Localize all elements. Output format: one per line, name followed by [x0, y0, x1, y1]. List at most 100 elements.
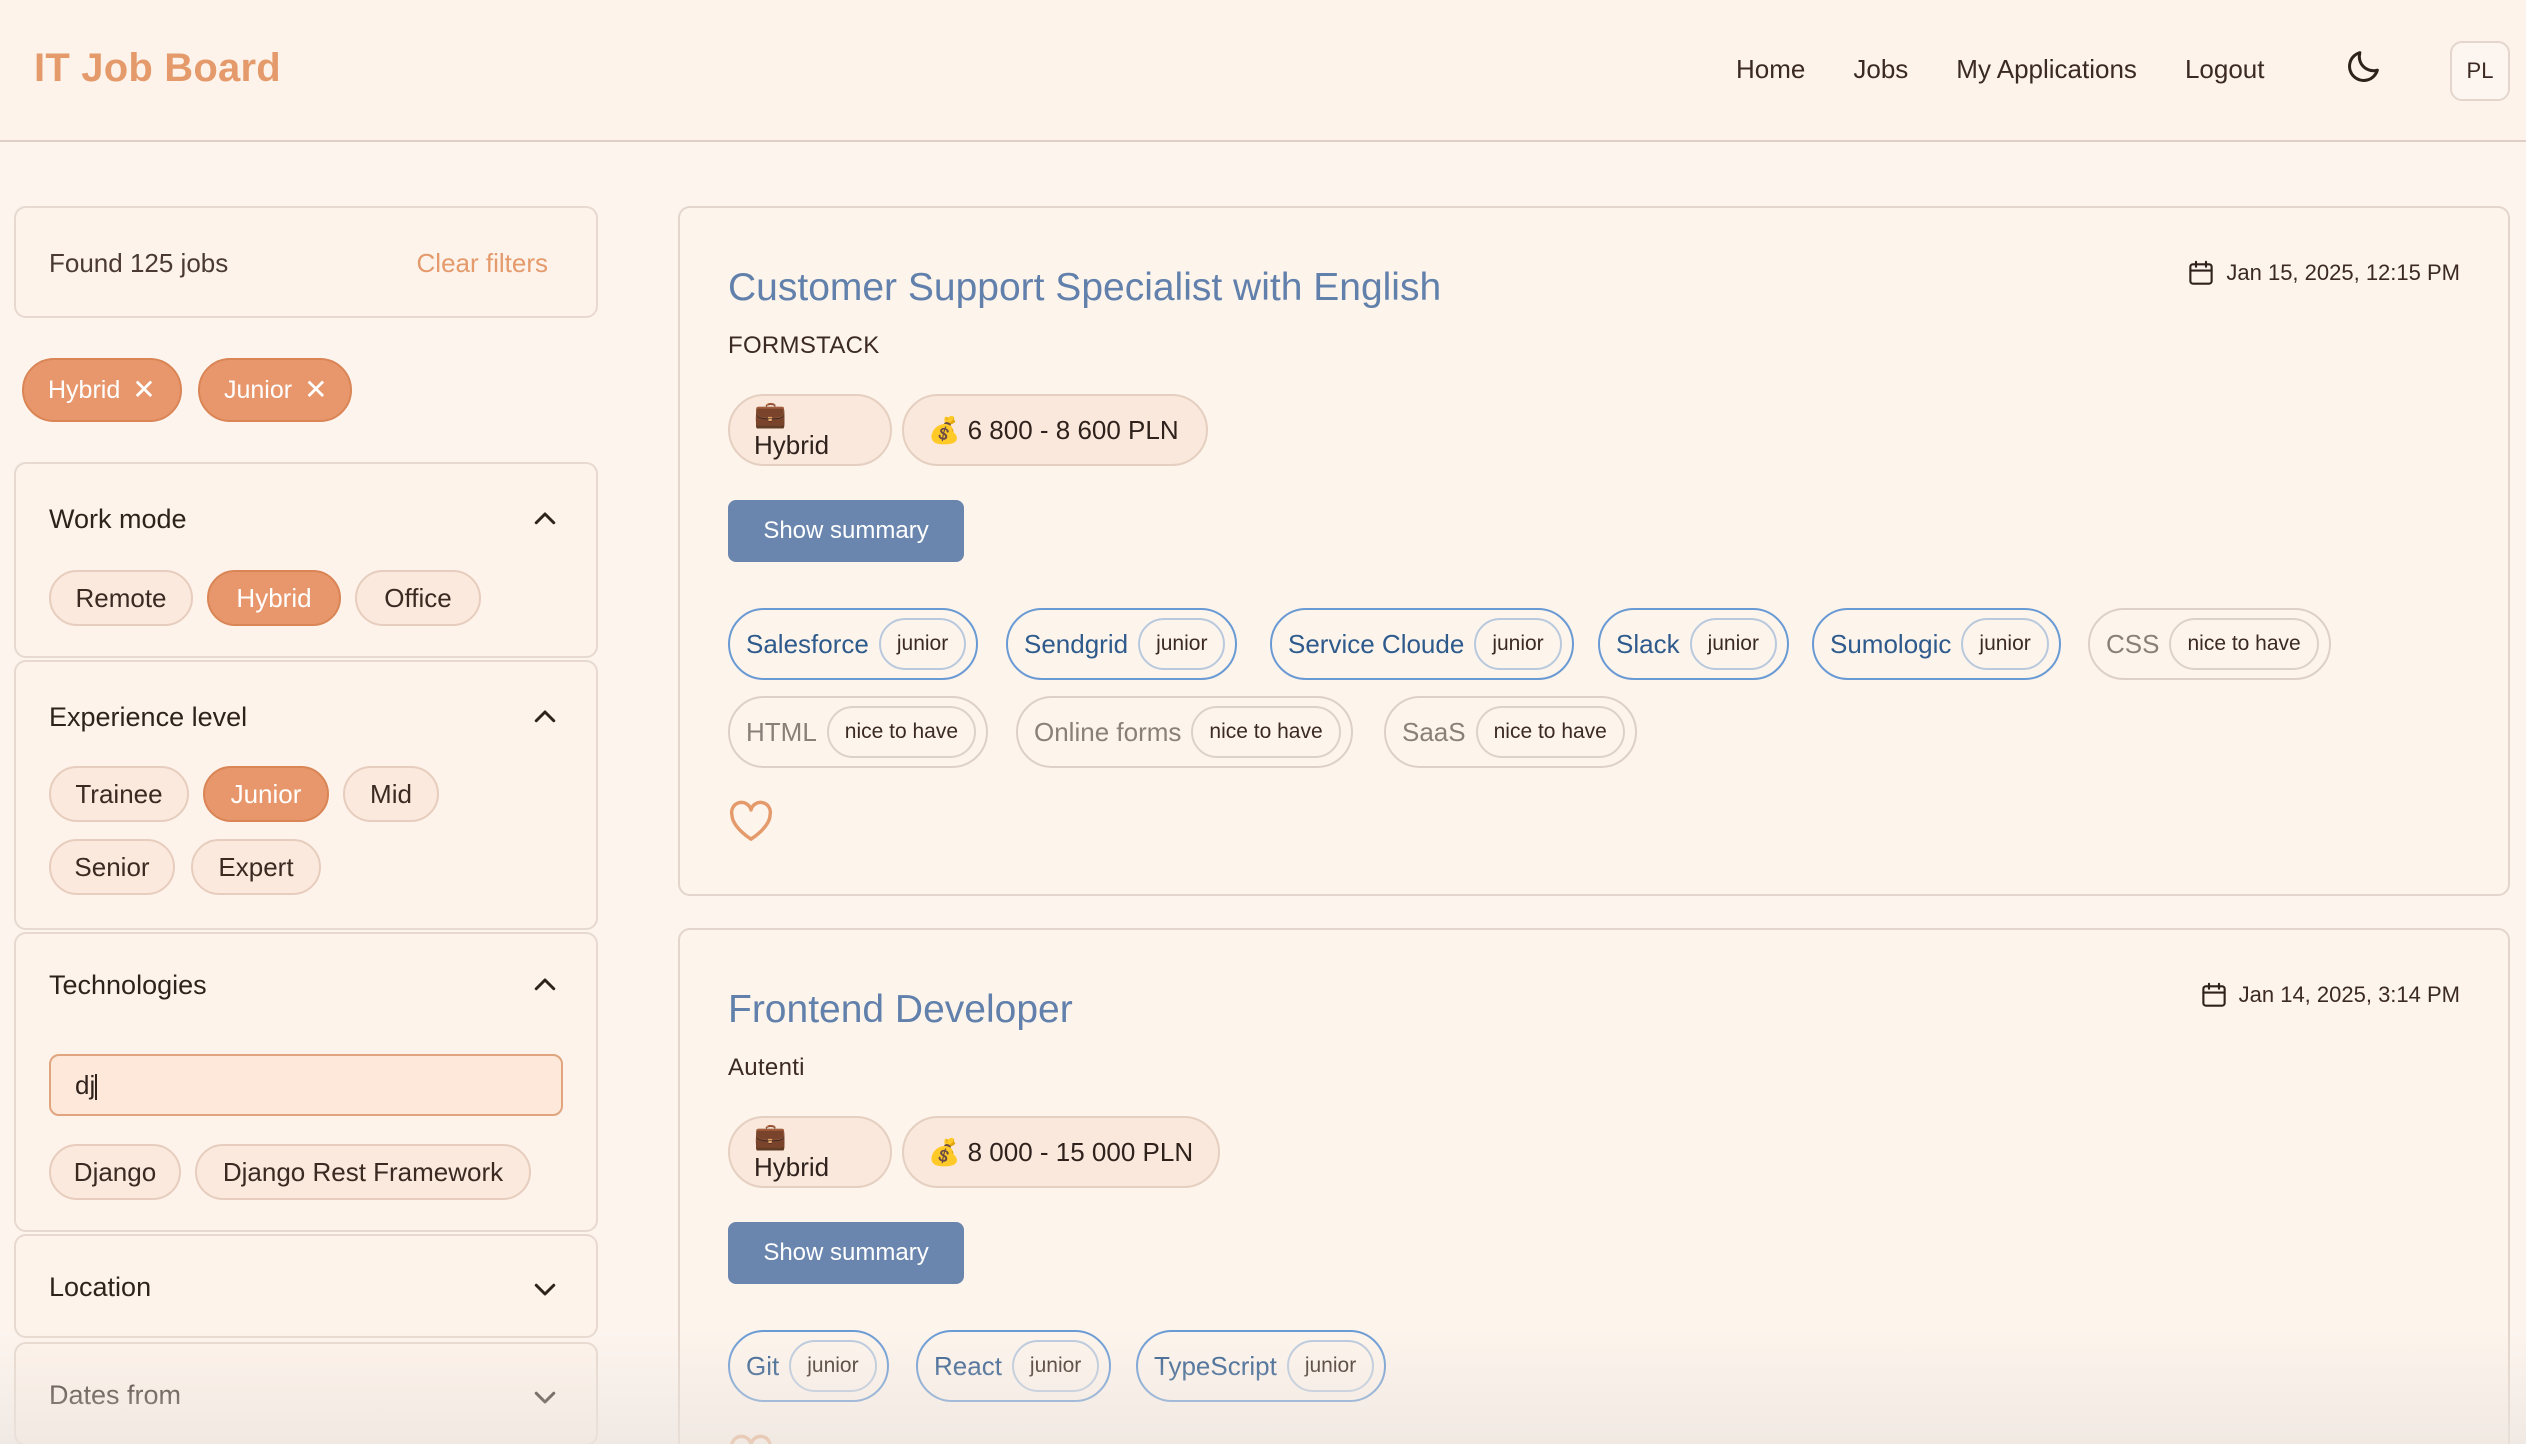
section-title[interactable]: Location [49, 1272, 151, 1303]
skill-name: Sumologic [1830, 628, 1952, 659]
salary-badge: 💰 8 000 - 15 000 PLN [902, 1116, 1220, 1188]
work-mode-office[interactable]: Office [355, 570, 481, 626]
location-section[interactable]: Location [14, 1234, 598, 1338]
heart-icon[interactable] [728, 1434, 774, 1444]
skill-level: junior [1474, 618, 1562, 670]
heart-icon[interactable] [728, 800, 774, 842]
skill-level: nice to have [1191, 706, 1341, 758]
skill-tag: Git junior [728, 1330, 889, 1402]
skill-tag: React junior [916, 1330, 1112, 1402]
job-date: Jan 14, 2025, 3:14 PM [2199, 980, 2460, 1010]
calendar-icon [2189, 260, 2214, 285]
job-date: Jan 15, 2025, 12:15 PM [2186, 258, 2460, 288]
chevron-down-icon[interactable] [530, 1382, 560, 1412]
skill-tag: Online forms nice to have [1016, 696, 1353, 768]
top-header: IT Job Board Home Jobs My Applications L… [0, 0, 2526, 142]
language-button[interactable]: PL [2450, 41, 2510, 101]
technology-search-input[interactable]: dj [49, 1054, 563, 1116]
skill-level: nice to have [1475, 706, 1625, 758]
moon-icon[interactable] [2344, 46, 2384, 86]
job-title[interactable]: Frontend Developer [728, 988, 1073, 1032]
experience-senior[interactable]: Senior [49, 839, 175, 895]
job-date-text: Jan 15, 2025, 12:15 PM [2226, 260, 2460, 285]
job-card[interactable]: Customer Support Specialist with English… [678, 206, 2510, 896]
skill-name: CSS [2106, 628, 2160, 659]
chevron-up-icon[interactable] [530, 504, 560, 534]
work-mode-badge: 💼 Hybrid [728, 1116, 892, 1188]
company-name: FORMSTACK [728, 332, 880, 359]
skill-tag: CSS nice to have [2088, 608, 2331, 680]
calendar-icon [2201, 982, 2226, 1007]
experience-junior[interactable]: Junior [203, 766, 329, 822]
work-mode-section: Work mode Remote Hybrid Office [14, 462, 598, 658]
job-date-text: Jan 14, 2025, 3:14 PM [2238, 982, 2460, 1007]
experience-section: Experience level Trainee Junior Mid Seni… [14, 660, 598, 930]
skill-name: TypeScript [1154, 1350, 1277, 1381]
section-title[interactable]: Dates from [49, 1380, 181, 1411]
skill-level: junior [878, 618, 967, 670]
close-icon[interactable]: ✕ [304, 376, 327, 404]
skill-name: Salesforce [746, 628, 869, 659]
skill-level: junior [1286, 1340, 1375, 1392]
dates-section[interactable]: Dates from [14, 1342, 598, 1444]
skill-name: Online forms [1034, 716, 1182, 747]
skill-name: Slack [1616, 628, 1680, 659]
nav-home[interactable]: Home [1736, 54, 1805, 85]
text-caret [95, 1074, 98, 1101]
skill-tag: SaaS nice to have [1384, 696, 1637, 768]
nav-jobs[interactable]: Jobs [1853, 54, 1908, 85]
close-icon[interactable]: ✕ [132, 376, 155, 404]
skill-tag: Slack junior [1598, 608, 1789, 680]
nav-logout[interactable]: Logout [2185, 54, 2265, 85]
clear-filters-link[interactable]: Clear filters [417, 248, 548, 279]
section-title[interactable]: Work mode [49, 504, 187, 535]
skill-level: junior [1689, 618, 1777, 670]
active-filter-label: Junior [224, 375, 293, 404]
skill-level: junior [1961, 618, 2049, 670]
skill-name: HTML [746, 716, 817, 747]
work-mode-badge: 💼 Hybrid [728, 394, 892, 466]
technologies-section: Technologies dj Django Django Rest Frame… [14, 932, 598, 1232]
chevron-down-icon[interactable] [530, 1274, 560, 1304]
results-summary: Found 125 jobs Clear filters [14, 206, 598, 318]
skill-name: Sendgrid [1024, 628, 1129, 659]
found-count: Found 125 jobs [49, 248, 229, 278]
section-title[interactable]: Experience level [49, 702, 247, 733]
job-title[interactable]: Customer Support Specialist with English [728, 266, 1441, 310]
skill-level: nice to have [2169, 618, 2319, 670]
show-summary-button[interactable]: Show summary [728, 500, 964, 562]
experience-trainee[interactable]: Trainee [49, 766, 189, 822]
salary-badge: 💰 6 800 - 8 600 PLN [902, 394, 1208, 466]
skill-tag: Salesforce junior [728, 608, 979, 680]
main-nav: Home Jobs My Applications Logout [1736, 54, 2264, 85]
active-filter-junior[interactable]: Junior ✕ [198, 358, 352, 422]
skill-level: nice to have [826, 706, 977, 758]
skill-name: Git [746, 1350, 780, 1381]
experience-expert[interactable]: Expert [191, 839, 321, 895]
active-filter-hybrid[interactable]: Hybrid ✕ [22, 358, 182, 422]
skill-tag: HTML nice to have [728, 696, 989, 768]
skill-level: junior [1011, 1340, 1100, 1392]
technology-search-value: dj [75, 1070, 96, 1100]
job-card[interactable]: Frontend Developer Jan 14, 2025, 3:14 PM… [678, 928, 2510, 1444]
skill-name: Service Cloude [1288, 628, 1465, 659]
brand-logo[interactable]: IT Job Board [34, 46, 281, 91]
skill-tag: TypeScript junior [1136, 1330, 1387, 1402]
nav-my-applications[interactable]: My Applications [1956, 54, 2137, 85]
company-name: Autenti [728, 1054, 805, 1081]
experience-mid[interactable]: Mid [343, 766, 439, 822]
work-mode-hybrid[interactable]: Hybrid [207, 570, 341, 626]
chevron-up-icon[interactable] [530, 702, 560, 732]
work-mode-remote[interactable]: Remote [49, 570, 193, 626]
active-filter-label: Hybrid [48, 375, 121, 404]
show-summary-button[interactable]: Show summary [728, 1222, 964, 1284]
chevron-up-icon[interactable] [530, 970, 560, 1000]
section-title[interactable]: Technologies [49, 970, 207, 1001]
skill-level: junior [789, 1340, 877, 1392]
skill-name: React [934, 1350, 1002, 1381]
skill-level: junior [1138, 618, 1226, 670]
suggestion-django-rest-framework[interactable]: Django Rest Framework [195, 1144, 531, 1200]
suggestion-django[interactable]: Django [49, 1144, 181, 1200]
skill-tag: Service Cloude junior [1270, 608, 1574, 680]
skill-tag: Sumologic junior [1812, 608, 2061, 680]
